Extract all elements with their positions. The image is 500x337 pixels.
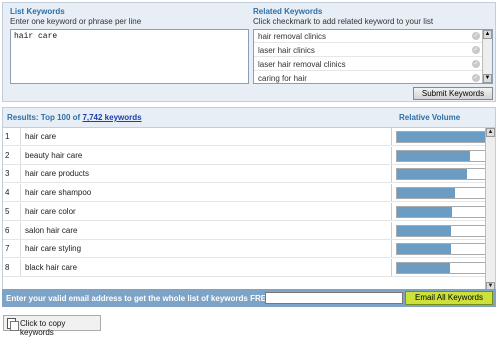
row-number: 6 <box>3 221 21 239</box>
volume-bar <box>396 187 486 200</box>
email-bar: Enter your valid email address to get th… <box>2 289 496 307</box>
volume-cell <box>391 221 487 239</box>
volume-bar <box>396 149 486 162</box>
relative-volume-header: Relative Volume <box>399 113 461 122</box>
volume-cell <box>391 202 487 220</box>
results-prefix: Results: Top 100 of <box>7 113 81 122</box>
copy-keywords-button[interactable]: Click to copy keywords <box>3 315 101 337</box>
row-keyword: hair care shampoo <box>25 188 92 198</box>
table-row: 6 salon hair care <box>3 221 487 240</box>
row-number: 2 <box>3 146 21 164</box>
results-header: Results: Top 100 of 7,742 keywords Relat… <box>3 108 495 128</box>
table-row: 4 hair care shampoo <box>3 184 487 203</box>
scroll-down-icon[interactable]: ▼ <box>483 74 492 83</box>
email-input[interactable] <box>265 292 403 304</box>
table-row: 8 black hair care <box>3 258 487 277</box>
related-item: laser hair clinics ✓ <box>254 44 482 57</box>
checkmark-icon[interactable]: ✓ <box>472 32 480 40</box>
list-keywords-title: List Keywords <box>10 7 65 16</box>
results-scrollbar[interactable]: ▲ ▼ <box>485 128 495 291</box>
row-keyword: beauty hair care <box>25 150 83 160</box>
keywords-textarea[interactable]: hair care <box>10 29 249 84</box>
volume-bar <box>396 205 486 218</box>
email-prompt: Enter your valid email address to get th… <box>6 294 275 303</box>
row-number: 8 <box>3 258 21 276</box>
volume-bar-fill <box>397 262 450 273</box>
row-keyword: hair care color <box>25 206 76 216</box>
table-row: 1 hair care <box>3 128 487 146</box>
volume-cell <box>391 258 487 276</box>
volume-bar <box>396 168 486 181</box>
related-keywords-list: hair removal clinics ✓ laser hair clinic… <box>253 29 493 84</box>
related-item: caring for hair ✓ <box>254 72 482 83</box>
checkmark-icon[interactable]: ✓ <box>472 46 480 54</box>
table-row: 5 hair care color <box>3 202 487 221</box>
row-number: 4 <box>3 184 21 202</box>
row-number: 3 <box>3 165 21 183</box>
volume-bar <box>396 224 486 237</box>
volume-cell <box>391 146 487 164</box>
volume-cell <box>391 165 487 183</box>
row-number: 5 <box>3 202 21 220</box>
related-scrollbar[interactable]: ▲ ▼ <box>482 30 492 83</box>
volume-bar-fill <box>397 225 451 236</box>
volume-bar-fill <box>397 132 485 142</box>
related-item-label: laser hair clinics <box>258 46 315 55</box>
email-all-keywords-button[interactable]: Email All Keywords <box>405 291 493 305</box>
volume-bar <box>396 261 486 274</box>
row-keyword: salon hair care <box>25 225 78 235</box>
volume-cell <box>391 240 487 258</box>
volume-bar-fill <box>397 150 471 161</box>
row-number: 7 <box>3 240 21 258</box>
volume-bar <box>396 243 486 256</box>
scroll-up-icon[interactable]: ▲ <box>483 30 492 39</box>
checkmark-icon[interactable]: ✓ <box>472 74 480 82</box>
list-keywords-subtitle: Enter one keyword or phrase per line <box>10 17 142 26</box>
related-keywords-subtitle: Click checkmark to add related keyword t… <box>253 17 434 26</box>
submit-keywords-button[interactable]: Submit Keywords <box>413 87 493 100</box>
volume-cell <box>391 184 487 202</box>
volume-bar-fill <box>397 188 456 199</box>
table-row: 7 hair care styling <box>3 240 487 259</box>
row-keyword: hair care products <box>25 169 90 179</box>
results-title: Results: Top 100 of 7,742 keywords <box>7 113 142 122</box>
related-item-label: laser hair removal clinics <box>258 60 346 69</box>
related-keywords-title: Related Keywords <box>253 7 323 16</box>
row-number: 1 <box>3 128 21 145</box>
volume-cell <box>391 128 487 145</box>
volume-bar-fill <box>397 244 451 255</box>
row-keyword: hair care styling <box>25 244 82 254</box>
volume-bar <box>396 131 486 143</box>
table-row: 2 beauty hair care <box>3 146 487 165</box>
copy-keywords-label: Click to copy keywords <box>20 319 66 337</box>
keyword-input-panel: List Keywords Enter one keyword or phras… <box>2 2 496 102</box>
keyword-count-link[interactable]: 7,742 keywords <box>82 113 141 122</box>
volume-bar-fill <box>397 169 468 180</box>
row-keyword: black hair care <box>25 262 78 272</box>
related-item: laser hair removal clinics ✓ <box>254 58 482 71</box>
row-keyword: hair care <box>25 132 57 141</box>
results-panel: Results: Top 100 of 7,742 keywords Relat… <box>2 107 496 292</box>
related-item-label: hair removal clinics <box>258 32 327 41</box>
copy-icon <box>7 318 19 331</box>
checkmark-icon[interactable]: ✓ <box>472 60 480 68</box>
related-item: hair removal clinics ✓ <box>254 30 482 43</box>
table-row: 3 hair care products <box>3 165 487 184</box>
volume-bar-fill <box>397 206 452 217</box>
scroll-up-icon[interactable]: ▲ <box>486 128 495 137</box>
related-item-label: caring for hair <box>258 74 307 83</box>
